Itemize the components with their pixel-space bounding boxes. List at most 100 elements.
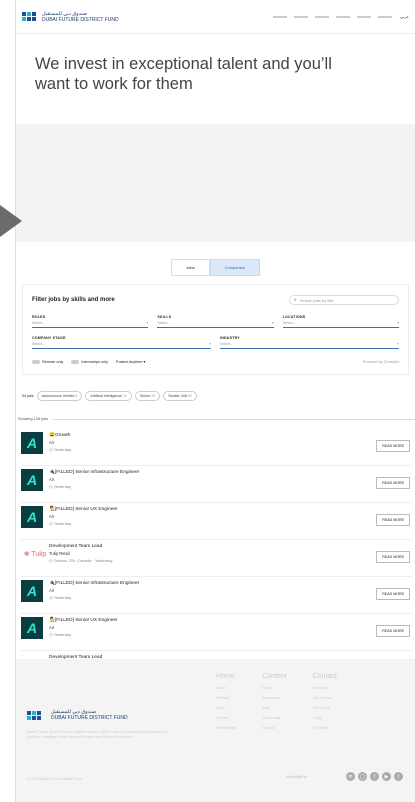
job-title[interactable]: 🔌[FILLED] Senior Infrastructure Engineer [49, 580, 139, 587]
job-title[interactable]: 👨‍🎨[FILLED] Senior UX Engineer [49, 617, 118, 624]
internships-toggle[interactable]: Internships only [71, 359, 108, 364]
nav-item[interactable] [293, 15, 308, 18]
clock-icon: ◷ [49, 447, 53, 452]
youtube-icon[interactable]: ▶ [382, 772, 391, 781]
company-name[interactable]: Air [49, 439, 71, 446]
tab-jobs[interactable]: Jobs [171, 259, 210, 276]
job-title[interactable]: Development Team Lead [49, 543, 112, 550]
footer-link[interactable]: Pitch to DF [313, 706, 337, 710]
company-logo: ❀ Tulip [21, 543, 49, 565]
job-row[interactable]: A 👨‍🎨[FILLED] Senior UX EngineerAir◷ Yest… [21, 614, 412, 651]
instagram-icon[interactable]: ◯ [358, 772, 367, 781]
footer-description: Dubai Future District Fund is Dubai's ve… [27, 730, 167, 739]
footer-link[interactable]: Toolbox [262, 726, 287, 730]
footer-link[interactable]: Subscribe [313, 686, 337, 690]
company-name[interactable]: Air [49, 624, 118, 631]
job-row[interactable]: ❀ TulipDevelopment Team LeadTulip Retail… [21, 540, 412, 577]
job-row[interactable]: A 🔌[FILLED] Senior Infrastructure Enginee… [21, 577, 412, 614]
job-meta: ◷ Yesterday [49, 447, 72, 452]
skills-value: Select... [157, 321, 171, 325]
job-title[interactable]: 😀Growth [49, 432, 71, 439]
read-more-button[interactable]: READ MORE [376, 514, 410, 526]
footer-column: Contact Subscribe Get in touch Pitch to DF F… [313, 673, 337, 736]
footer-email[interactable]: hello@dffd.ai [286, 775, 307, 779]
language-switch[interactable]: عربي [400, 14, 409, 19]
twitter-icon[interactable]: t [394, 772, 403, 781]
footer-link[interactable]: Blog [262, 706, 287, 710]
filter-panel: Filter jobs by skills and more ⌕ Search … [22, 284, 409, 375]
clock-icon: ◷ [49, 521, 53, 526]
job-meta: ◷ Yesterday [49, 632, 72, 637]
job-row[interactable]: A 🔌[FILLED] Senior Infrastructure Enginee… [21, 466, 412, 503]
linkedin-icon[interactable]: in [346, 772, 355, 781]
nav-item[interactable] [377, 15, 392, 18]
skills-select[interactable]: SKILLS Select... ▾ [157, 315, 274, 328]
footer-link[interactable]: DF Portal [313, 726, 337, 730]
company-name[interactable]: Air [49, 513, 118, 520]
logo-text[interactable]: صندوق دبي للمستقبل DUBAI FUTURE DISTRICT… [42, 11, 119, 23]
footer-link[interactable]: News [262, 686, 287, 690]
tab-companies[interactable]: Companies [209, 259, 260, 276]
job-count: 54 jobs [22, 394, 34, 398]
chip[interactable]: Seattle, WA 54 [163, 391, 197, 401]
search-input[interactable]: ⌕ Search jobs by title [289, 295, 399, 305]
job-row[interactable]: A 😀Growth Air ◷ Yesterday READ MORE [21, 429, 412, 466]
company-name[interactable]: Air [49, 587, 139, 594]
footer-link[interactable]: Community [262, 716, 287, 720]
filter-title: Filter jobs by skills and more [32, 297, 115, 303]
page: صندوق دبي للمستقبل DUBAI FUTURE DISTRICT… [15, 0, 415, 802]
nav-item[interactable] [356, 15, 371, 18]
job-row[interactable]: A 👨‍🎨[FILLED] Senior UX EngineerAir◷ Yest… [21, 503, 412, 540]
job-title[interactable]: 🔌[FILLED] Senior Infrastructure Engineer [49, 469, 139, 476]
job-meta: ◷ Toronto, ON, Canada · Yesterday [49, 558, 113, 563]
company-logo: A [21, 469, 43, 491]
posted-dropdown[interactable]: Posted Anytime ▾ [116, 359, 145, 364]
footer-link[interactable]: Team [216, 706, 236, 710]
hero-band [16, 124, 415, 242]
footer-column: Home About Portfolio Team Careers Partnership… [216, 673, 236, 736]
company-logo: A [21, 580, 43, 602]
job-title[interactable]: 👨‍🎨[FILLED] Senior UX Engineer [49, 506, 118, 513]
read-more-button[interactable]: READ MORE [376, 551, 410, 563]
read-more-button[interactable]: READ MORE [376, 625, 410, 637]
clock-icon: ◷ [49, 558, 53, 563]
logo-icon[interactable] [22, 12, 36, 21]
footer-logo[interactable]: صندوق دبي للمستقبل DUBAI FUTURE DISTRICT… [27, 709, 128, 721]
site-header: صندوق دبي للمستقبل DUBAI FUTURE DISTRICT… [16, 0, 415, 34]
nav-item[interactable] [314, 15, 329, 18]
footer-logo-english: DUBAI FUTURE DISTRICT FUND [51, 715, 128, 721]
powered-by[interactable]: Powered by Consider [363, 360, 399, 364]
stage-select[interactable]: COMPANY STAGE Select... ▾ [32, 336, 211, 349]
remote-toggle[interactable]: Remote only [32, 359, 63, 364]
read-more-button[interactable]: READ MORE [376, 440, 410, 452]
locations-value: Select... [282, 321, 296, 325]
hero-title: We invest in exceptional talent and you’… [35, 55, 332, 93]
footer-heading: Content [262, 673, 287, 680]
read-more-button[interactable]: READ MORE [376, 588, 410, 600]
footer-link[interactable]: FAQs [313, 716, 337, 720]
nav-item[interactable] [272, 15, 287, 18]
chip[interactable]: Autonomous Vehicle 8 [36, 391, 83, 401]
company-name[interactable]: Air [49, 476, 139, 483]
footer-link[interactable]: Resources [262, 696, 287, 700]
footer-link[interactable]: Careers [216, 716, 236, 720]
locations-select[interactable]: LOCATIONS Select... ▾ [282, 315, 399, 328]
search-placeholder: Search jobs by title [299, 297, 334, 303]
footer-columns: Home About Portfolio Team Careers Partnership… [216, 673, 337, 736]
footer-link[interactable]: Get in touch [313, 696, 337, 700]
facebook-icon[interactable]: f [370, 772, 379, 781]
footer-link[interactable]: Portfolio [216, 696, 236, 700]
read-more-button[interactable]: READ MORE [376, 477, 410, 489]
top-nav [272, 15, 392, 18]
clock-icon: ◷ [49, 595, 53, 600]
footer-link[interactable]: Partnerships [216, 726, 236, 730]
footer-link[interactable]: About [216, 686, 236, 690]
industry-select[interactable]: INDUSTRY Select... ▾ [220, 336, 399, 349]
nav-item[interactable] [335, 15, 350, 18]
chevron-down-icon: ▾ [209, 342, 211, 346]
roles-select[interactable]: ROLES Select... ▾ [32, 315, 149, 328]
chip[interactable]: Senior 23 [134, 391, 161, 401]
company-name[interactable]: Tulip Retail [49, 550, 112, 557]
chip[interactable]: Artificial Intelligence 11 [85, 391, 132, 401]
filter-chips: 54 jobs Autonomous Vehicle 8 Artificial … [22, 391, 409, 401]
